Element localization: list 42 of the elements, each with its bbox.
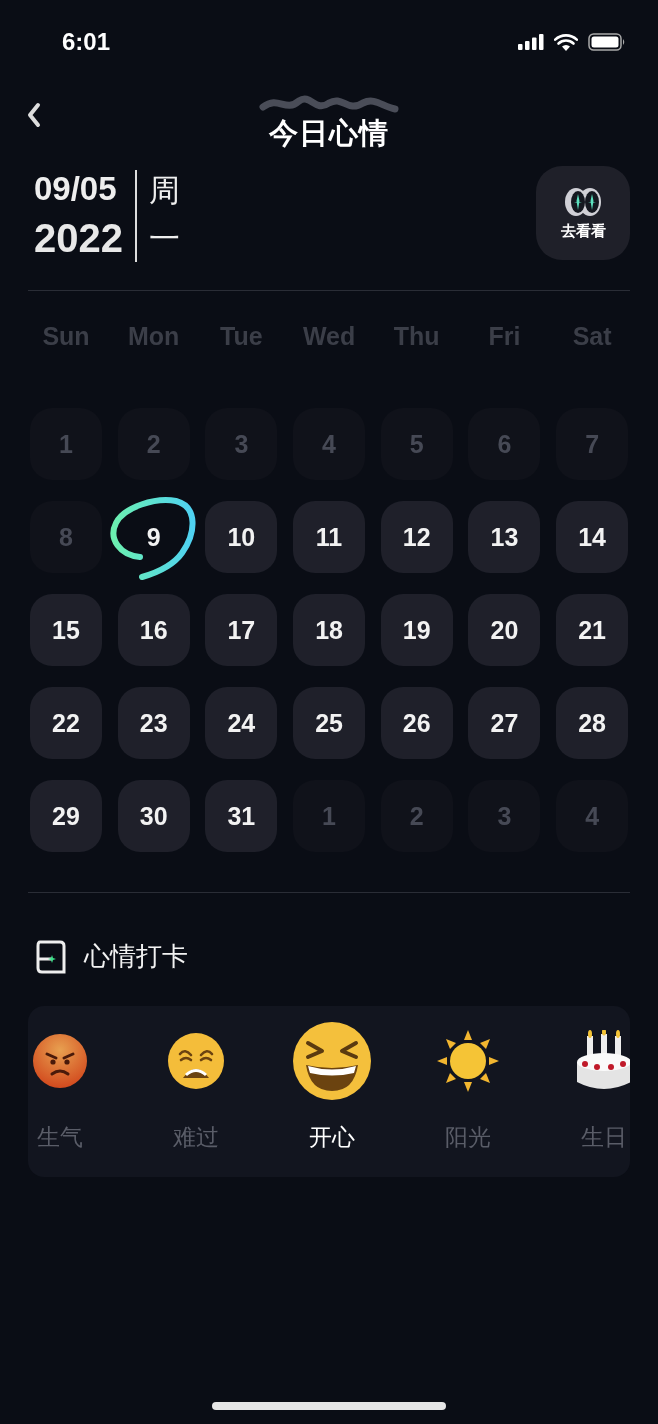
page-title: 今日心情 (269, 117, 389, 149)
calendar-day[interactable]: 18 (293, 594, 366, 666)
status-time: 6:01 (62, 28, 111, 56)
calendar-day[interactable]: 19 (380, 594, 453, 666)
calendar-day[interactable]: 11 (293, 501, 366, 573)
calendar-day[interactable]: 15 (30, 594, 102, 666)
calendar-day[interactable]: 22 (30, 687, 102, 759)
calendar-day[interactable]: 25 (293, 687, 366, 759)
calendar-day[interactable]: 13 (468, 501, 541, 573)
calendar-day[interactable]: 29 (30, 780, 102, 852)
cake-icon[interactable] (575, 1030, 630, 1092)
checkin-icon (36, 939, 66, 974)
calendar-day[interactable]: 17 (205, 594, 278, 666)
calendar-day[interactable]: 12 (380, 501, 453, 573)
sun-icon[interactable] (437, 1030, 499, 1092)
calendar-day[interactable]: 16 (117, 594, 190, 666)
weary-face-icon[interactable] (167, 1032, 225, 1090)
calendar-day[interactable]: 9 (117, 501, 190, 573)
battery-icon (588, 33, 626, 51)
wifi-icon (554, 33, 578, 51)
section-title: 心情打卡 (84, 940, 188, 973)
calendar-day[interactable]: 20 (468, 594, 541, 666)
weekday-text: 一 (149, 220, 180, 258)
calendar-day[interactable]: 23 (117, 687, 190, 759)
signal-icon (518, 34, 544, 50)
calendar-day[interactable]: 26 (380, 687, 453, 759)
date-text: 09/05 (34, 170, 118, 208)
mood-label[interactable]: 开心 (309, 1122, 355, 1153)
year-text: 2022 (34, 215, 123, 262)
weekday-label: 周 (149, 172, 180, 210)
calendar-day[interactable]: 31 (205, 780, 278, 852)
calendar-day[interactable]: 14 (556, 501, 629, 573)
look-button[interactable]: 去看看 (536, 166, 630, 260)
calendar-day[interactable]: 21 (556, 594, 629, 666)
calendar-day[interactable]: 24 (205, 687, 278, 759)
calendar-day[interactable]: 28 (556, 687, 629, 759)
calendar-day[interactable]: 27 (468, 687, 541, 759)
laughing-face-icon[interactable] (292, 1021, 372, 1101)
angry-face-icon[interactable] (32, 1033, 88, 1089)
calendar-day[interactable]: 30 (117, 780, 190, 852)
calendar-day[interactable]: 10 (205, 501, 278, 573)
back-icon[interactable] (26, 102, 42, 128)
